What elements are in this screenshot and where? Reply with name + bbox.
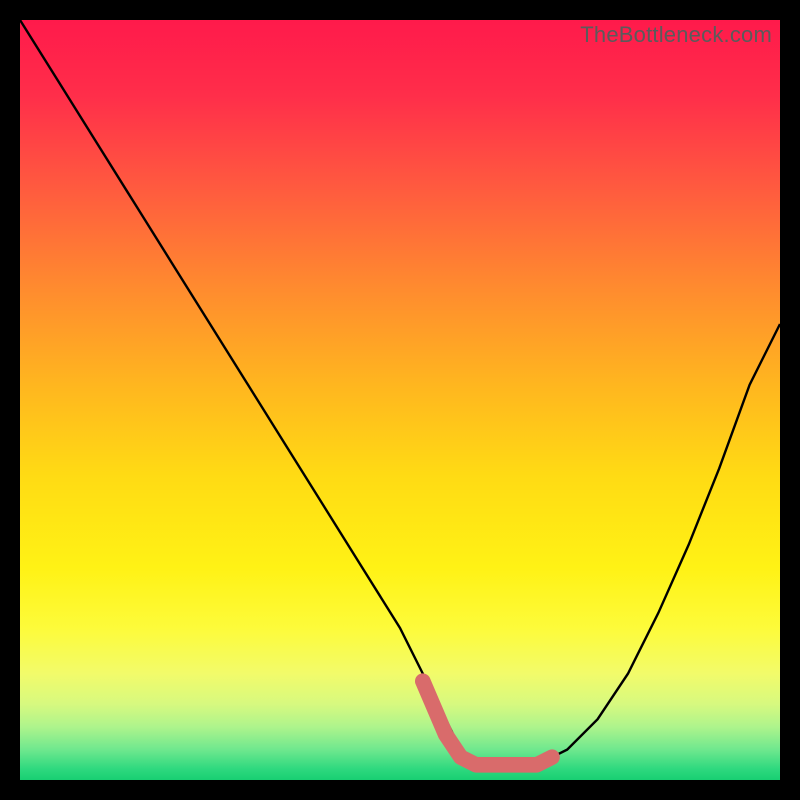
plot-background bbox=[20, 20, 780, 780]
chart-frame: TheBottleneck.com bbox=[20, 20, 780, 780]
bottleneck-plot bbox=[20, 20, 780, 780]
watermark-text: TheBottleneck.com bbox=[580, 22, 772, 48]
